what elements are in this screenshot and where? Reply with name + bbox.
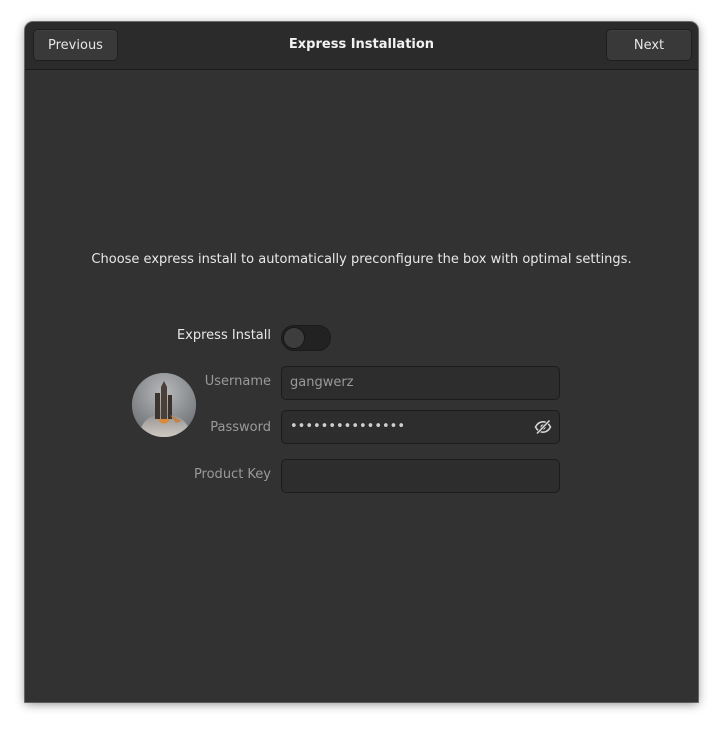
next-button[interactable]: Next	[606, 29, 692, 61]
product-key-field[interactable]	[281, 459, 560, 493]
password-label: Password	[210, 420, 271, 435]
password-masked-text[interactable]: •••••••••••••••	[290, 419, 405, 434]
switch-knob[interactable]	[283, 327, 305, 349]
express-install-switch[interactable]	[281, 325, 331, 351]
previous-button[interactable]: Previous	[33, 29, 118, 61]
eye-slash-icon[interactable]	[534, 419, 552, 435]
username-label: Username	[204, 374, 271, 389]
product-key-label: Product Key	[193, 467, 271, 482]
window-title: Express Installation	[288, 37, 435, 52]
username-field[interactable]: gangwerz	[281, 366, 560, 400]
avatar	[132, 373, 196, 437]
description-text: Choose express install to automatically …	[91, 252, 632, 267]
user-avatar-image	[132, 373, 196, 437]
headerbar: Previous Express Installation Next	[25, 22, 698, 70]
password-field[interactable]: •••••••••••••••	[281, 410, 560, 444]
express-install-label: Express Install	[176, 328, 271, 343]
installer-window: Previous Express Installation Next Choos…	[25, 22, 698, 702]
